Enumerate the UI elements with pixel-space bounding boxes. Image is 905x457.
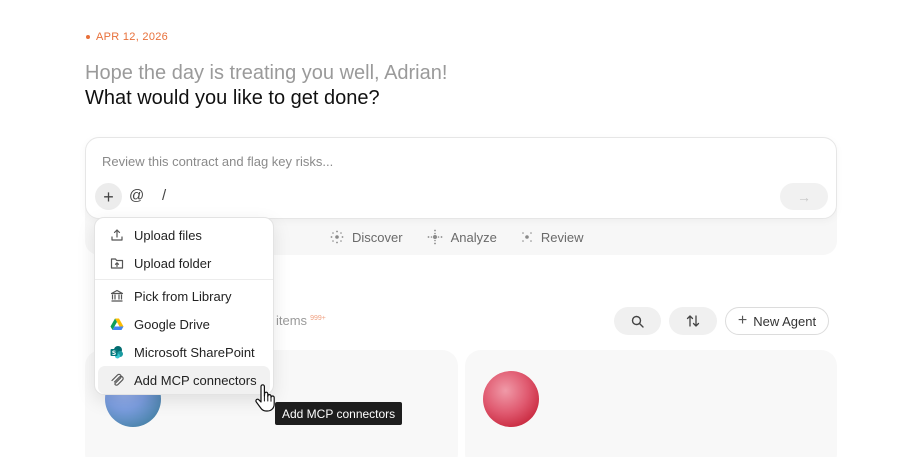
menu-divider xyxy=(95,279,273,280)
mention-button[interactable]: @ xyxy=(129,187,144,204)
analyze-icon xyxy=(427,229,442,245)
google-drive-icon xyxy=(110,318,124,330)
tooltip: Add MCP connectors xyxy=(275,402,403,425)
review-icon xyxy=(522,232,532,242)
sort-icon xyxy=(686,315,700,327)
menu-item-label: Pick from Library xyxy=(134,288,232,304)
greeting-text: Hope the day is treating you well, Adria… xyxy=(85,62,448,84)
add-attachment-button[interactable]: + xyxy=(95,183,122,210)
discover-icon xyxy=(330,230,344,244)
menu-item-label: Google Drive xyxy=(134,316,210,332)
new-agent-label: New Agent xyxy=(753,313,817,329)
chip-discover-label: Discover xyxy=(352,229,403,245)
chip-analyze[interactable]: Analyze xyxy=(427,229,497,245)
send-button[interactable]: → xyxy=(780,183,828,210)
mcp-icon xyxy=(111,373,124,386)
sort-button[interactable] xyxy=(669,307,717,335)
items-badge: 999+ xyxy=(310,314,326,322)
menu-item-label: Add MCP connectors xyxy=(134,372,257,388)
attachment-menu: Upload files Upload folder Pick from Lib… xyxy=(94,217,274,395)
items-count: items 999+ xyxy=(276,313,326,328)
search-icon xyxy=(631,315,644,328)
chip-review-label: Review xyxy=(540,229,584,245)
date-dot xyxy=(86,35,90,39)
prompt-question: What would you like to get done? xyxy=(85,87,380,109)
new-agent-button[interactable]: + New Agent xyxy=(725,307,829,335)
library-icon xyxy=(110,289,124,302)
menu-item-label: Upload folder xyxy=(134,255,212,271)
date-label: APR 12, 2026 xyxy=(86,31,168,43)
menu-item-label: Microsoft SharePoint xyxy=(134,344,255,360)
menu-item-upload-folder[interactable]: Upload folder xyxy=(98,249,270,277)
search-button[interactable] xyxy=(614,307,661,335)
menu-item-upload-files[interactable]: Upload files xyxy=(98,221,270,249)
menu-item-mcp-connectors[interactable]: Add MCP connectors xyxy=(98,366,270,394)
composer-input[interactable]: Review this contract and flag key risks.… xyxy=(102,154,333,169)
menu-item-google-drive[interactable]: Google Drive xyxy=(98,310,270,338)
items-label: items xyxy=(276,313,308,328)
plus-icon: + xyxy=(737,312,748,329)
slash-command-button[interactable]: / xyxy=(162,187,166,204)
upload-icon xyxy=(111,229,123,241)
folder-upload-icon xyxy=(110,258,124,269)
chip-review[interactable]: Review xyxy=(521,229,584,245)
svg-text:S: S xyxy=(112,350,116,357)
hand-cursor-icon xyxy=(255,384,275,412)
avatar xyxy=(483,371,539,427)
menu-item-sharepoint[interactable]: S Microsoft SharePoint xyxy=(98,338,270,366)
date-text: APR 12, 2026 xyxy=(96,31,169,43)
menu-item-label: Upload files xyxy=(134,227,202,243)
quick-actions: Discover Analyze Review xyxy=(330,229,583,245)
sharepoint-icon: S xyxy=(110,346,123,359)
menu-item-library[interactable]: Pick from Library xyxy=(98,282,270,310)
composer-box[interactable]: Review this contract and flag key risks.… xyxy=(85,137,837,219)
chip-discover[interactable]: Discover xyxy=(330,229,403,245)
chip-analyze-label: Analyze xyxy=(450,229,497,245)
